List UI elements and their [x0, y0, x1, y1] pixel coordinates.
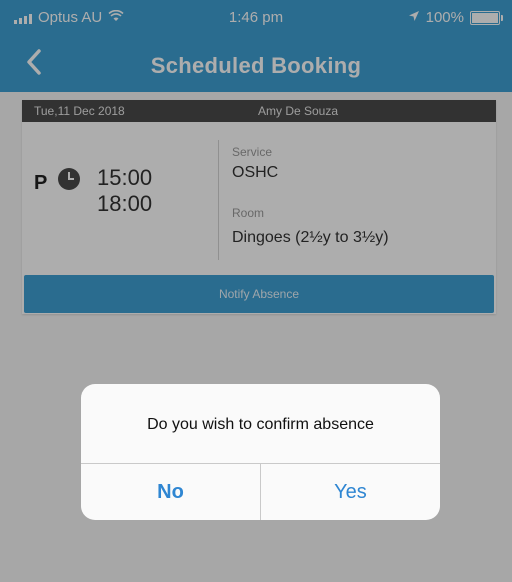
dialog-message: Do you wish to confirm absence — [147, 416, 374, 433]
yes-button[interactable]: Yes — [261, 464, 440, 520]
no-button[interactable]: No — [81, 464, 260, 520]
screen: Optus AU 1:46 pm 100% Scheduled Booking — [0, 0, 512, 582]
confirm-absence-dialog: Do you wish to confirm absence No Yes — [81, 384, 440, 520]
